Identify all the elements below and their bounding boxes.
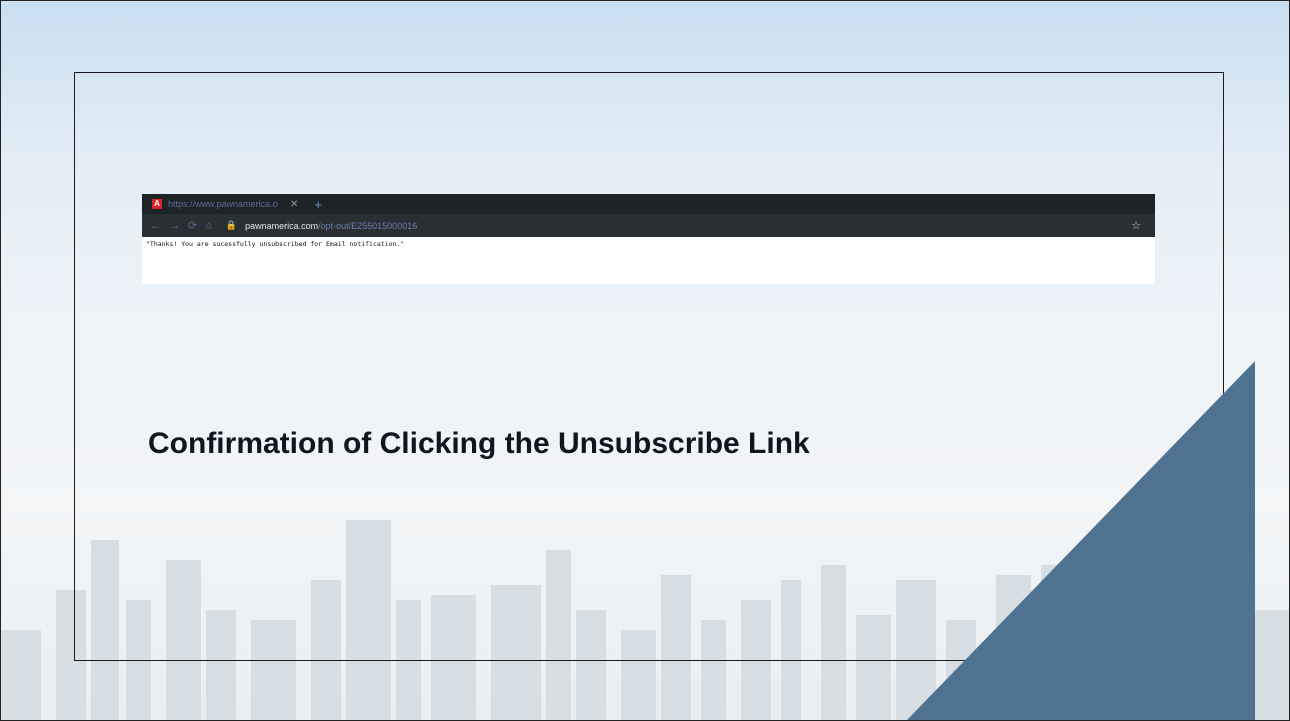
decorative-triangle (907, 361, 1255, 720)
slide: A https://www.pawnamerica.com ✕ + ← → ⟳ … (0, 0, 1290, 721)
